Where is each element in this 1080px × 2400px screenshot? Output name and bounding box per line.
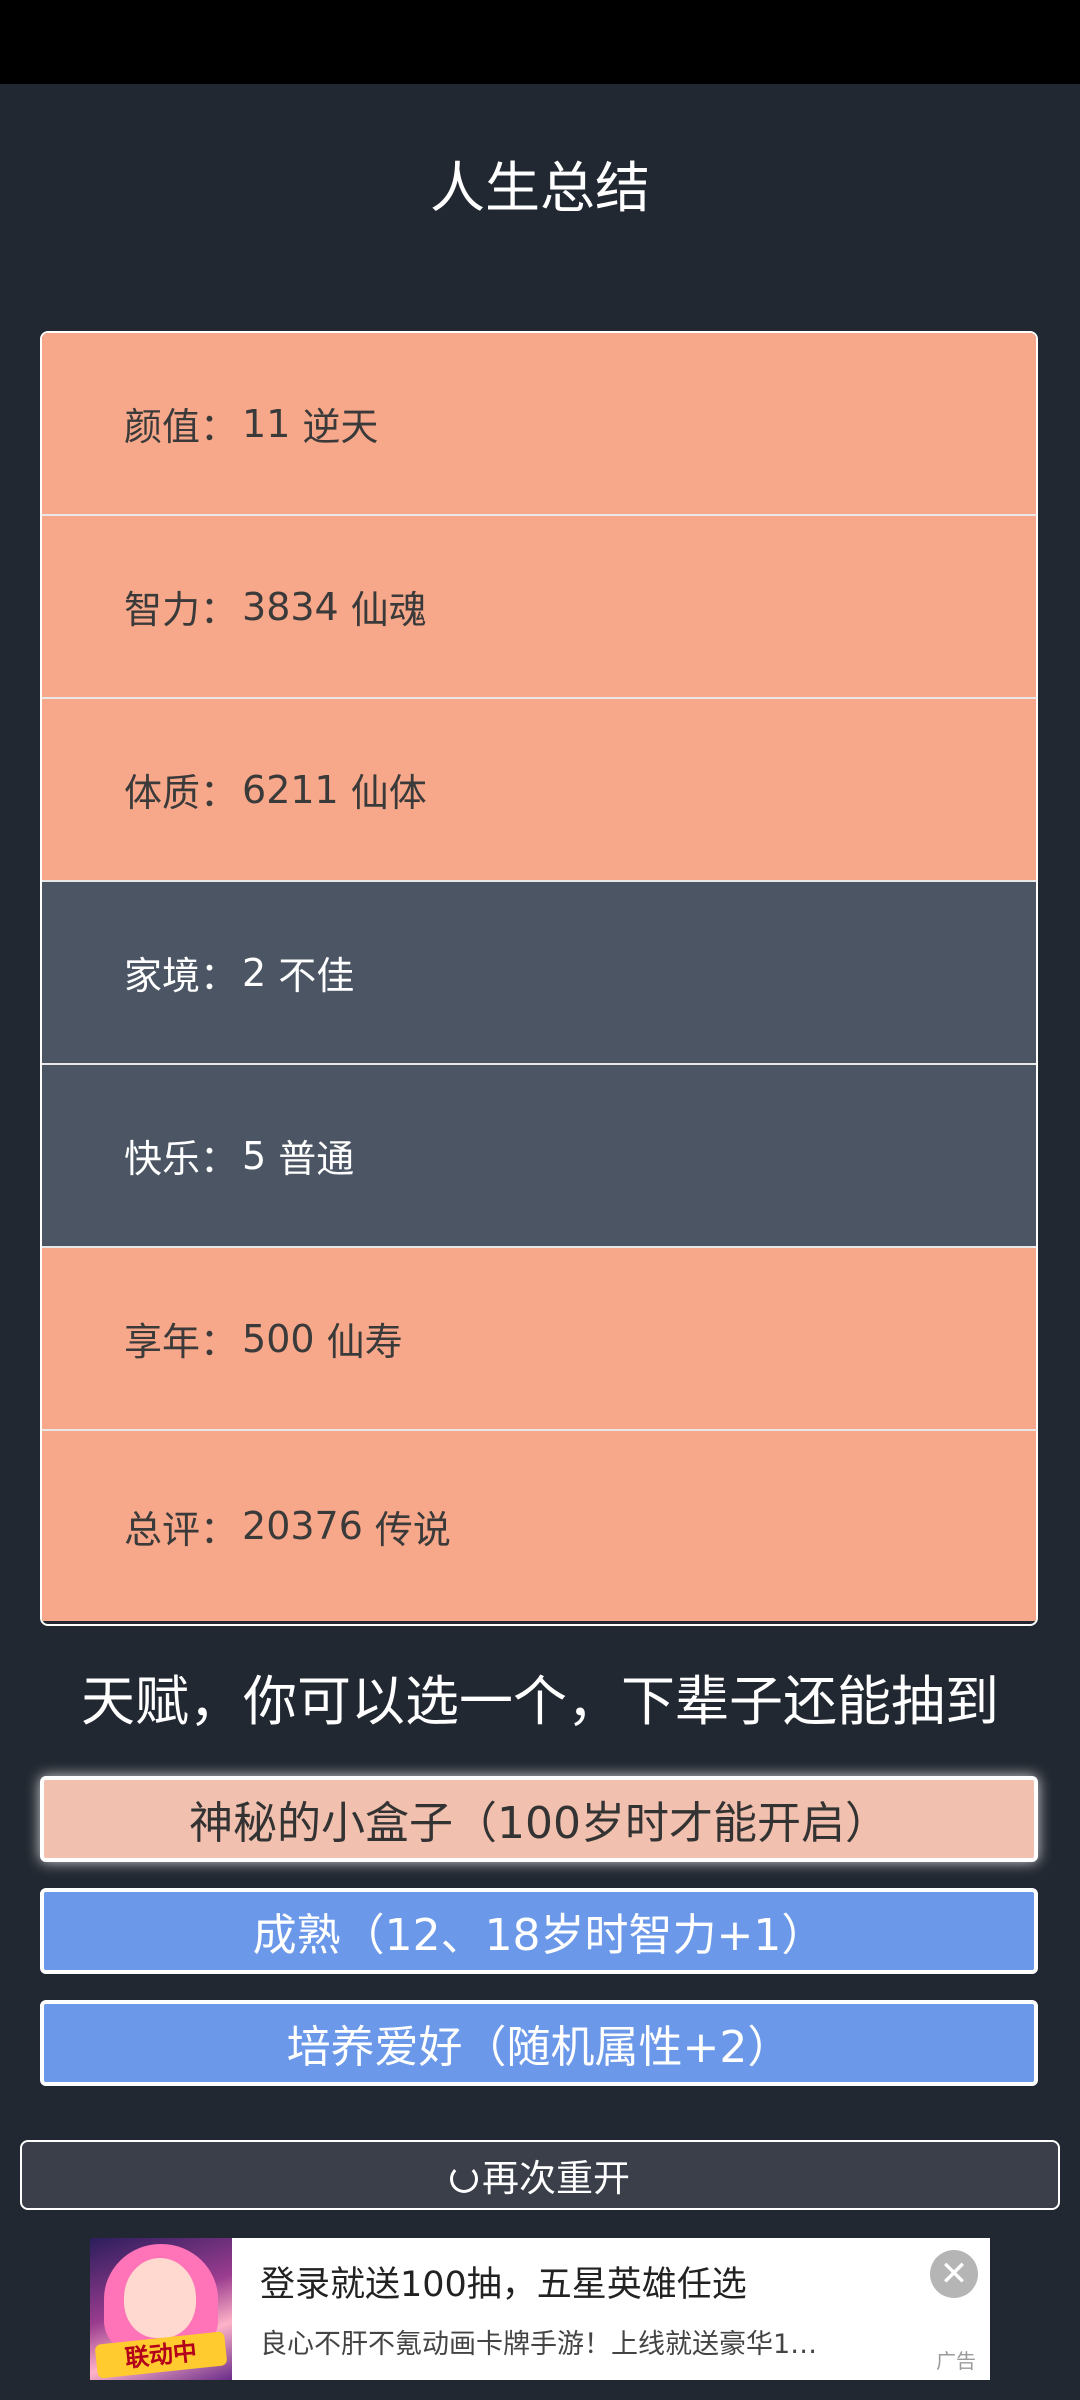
- row-separator: ：: [200, 954, 239, 998]
- row-label: 体质: [124, 771, 201, 815]
- row-value: 5: [242, 1133, 267, 1178]
- summary-row-intelligence: 智力： 3834 仙魂: [42, 516, 1036, 699]
- row-separator: ：: [200, 588, 239, 632]
- talent-prompt: 天赋，你可以选一个，下辈子还能抽到: [81, 1670, 999, 1733]
- row-grade: 普通: [278, 1137, 355, 1181]
- row-value: 6211: [242, 767, 339, 812]
- refresh-icon: [450, 2165, 478, 2193]
- summary-row-constitution: 体质： 6211 仙体: [42, 699, 1036, 882]
- row-label: 享年: [124, 1320, 201, 1364]
- row-separator: ：: [200, 1507, 239, 1552]
- summary-row-happiness: 快乐： 5 普通: [42, 1065, 1036, 1248]
- row-value: 20376: [242, 1504, 363, 1548]
- ad-image[interactable]: 联动中: [90, 2238, 232, 2380]
- row-label: 智力: [124, 588, 201, 632]
- row-grade: 不佳: [278, 954, 355, 998]
- row-separator: ：: [200, 1320, 239, 1364]
- row-label: 家境: [124, 954, 201, 998]
- close-icon[interactable]: ✕: [930, 2250, 978, 2298]
- row-value: 500: [242, 1316, 315, 1361]
- row-separator: ：: [200, 771, 239, 815]
- row-grade: 逆天: [302, 405, 379, 449]
- restart-button[interactable]: 再次重开: [20, 2140, 1060, 2210]
- row-label: 快乐: [124, 1137, 201, 1181]
- row-separator: ：: [200, 1137, 239, 1181]
- row-value: 3834: [242, 584, 339, 629]
- status-bar: [0, 0, 1080, 84]
- row-label: 总评: [124, 1507, 201, 1552]
- row-grade: 仙魂: [350, 588, 427, 632]
- ad-headline[interactable]: 登录就送100抽，五星英雄任选: [260, 2256, 747, 2307]
- row-grade: 仙寿: [326, 1320, 403, 1364]
- talent-option-hobby[interactable]: 培养爱好（随机属性+2）: [40, 2000, 1038, 2086]
- page-title: 人生总结: [429, 156, 650, 220]
- ad-character-face: [124, 2258, 196, 2338]
- talent-option-mystery-box[interactable]: 神秘的小盒子（100岁时才能开启）: [40, 1776, 1038, 1862]
- summary-row-lifespan: 享年： 500 仙寿: [42, 1248, 1036, 1431]
- ad-description[interactable]: 良心不肝不氪动画卡牌手游！上线就送豪华1…: [260, 2322, 850, 2361]
- summary-row-overall: 总评： 20376 传说: [42, 1431, 1036, 1621]
- row-separator: ：: [200, 405, 239, 449]
- row-value: 2: [242, 950, 267, 995]
- ad-banner[interactable]: 联动中 登录就送100抽，五星英雄任选 良心不肝不氪动画卡牌手游！上线就送豪华1…: [90, 2238, 990, 2380]
- ad-tag: 广告: [936, 2349, 976, 2373]
- row-label: 颜值: [124, 405, 201, 449]
- summary-row-family: 家境： 2 不佳: [42, 882, 1036, 1065]
- summary-row-appearance: 颜值： 11 逆天: [42, 333, 1036, 516]
- row-grade: 传说: [374, 1507, 451, 1552]
- row-value: 11: [242, 401, 291, 446]
- restart-label: 再次重开: [482, 2157, 630, 2200]
- talent-option-mature[interactable]: 成熟（12、18岁时智力+1）: [40, 1888, 1038, 1974]
- row-grade: 仙体: [350, 771, 427, 815]
- summary-table: 颜值： 11 逆天 智力： 3834 仙魂 体质： 6211 仙体 家境： 2 不佳 快乐： 5 普…: [40, 331, 1038, 1626]
